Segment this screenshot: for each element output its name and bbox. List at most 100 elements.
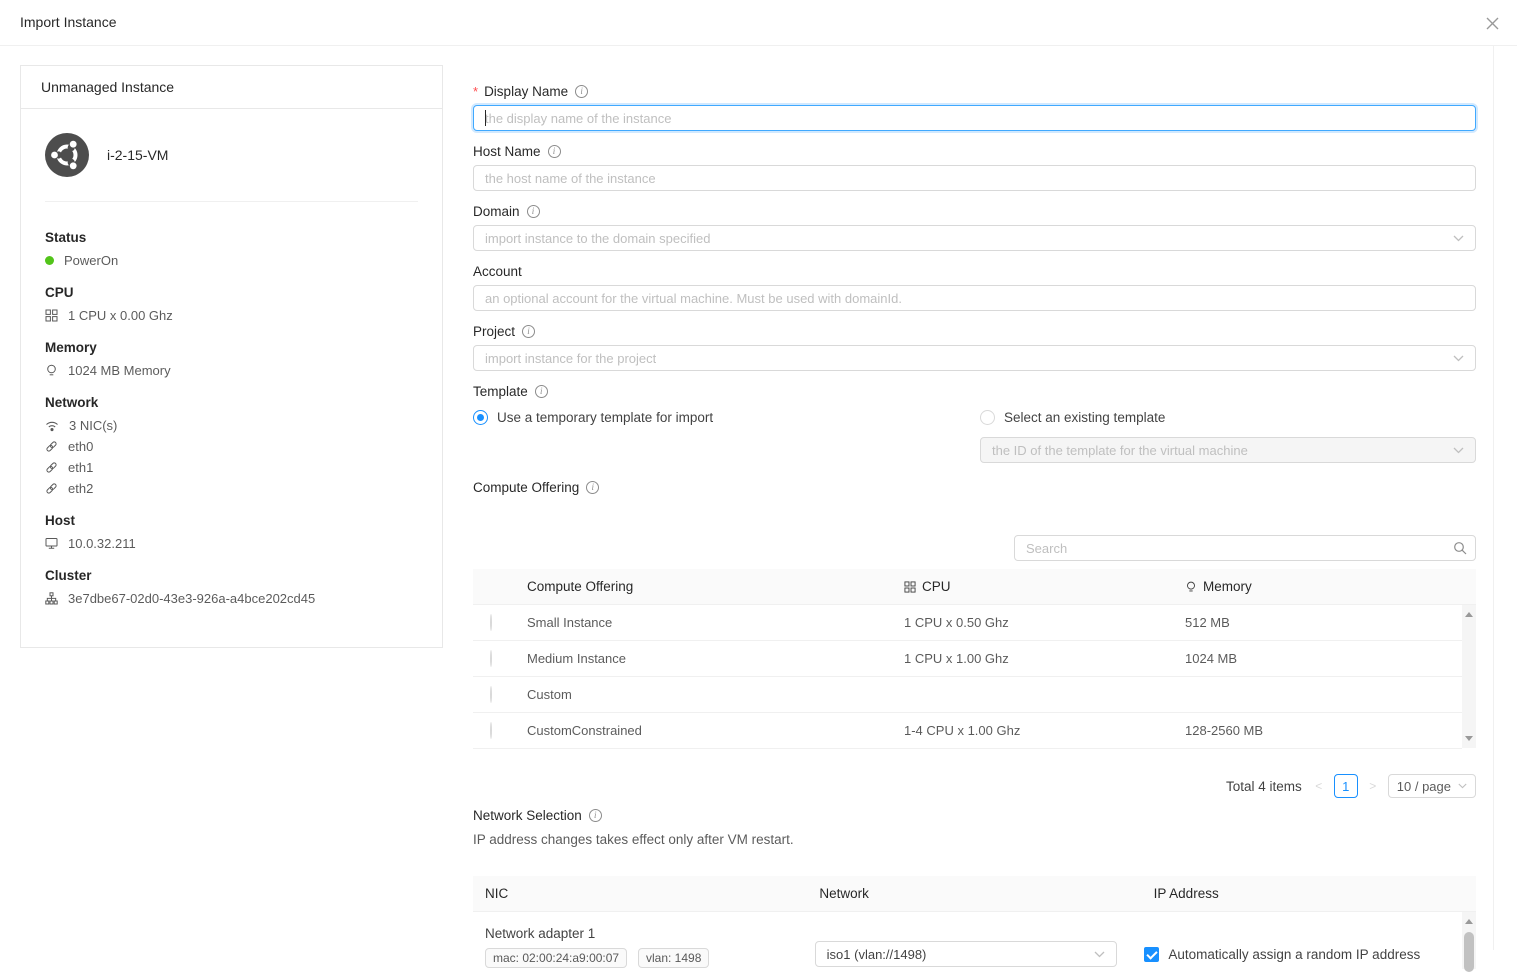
divider — [45, 201, 418, 202]
chevron-down-icon — [1453, 235, 1464, 242]
domain-field: Domain i import instance to the domain s… — [473, 204, 1476, 251]
project-label: Project — [473, 324, 515, 339]
bulb-icon — [1185, 581, 1197, 593]
auto-assign-ip-checkbox[interactable] — [1144, 947, 1159, 962]
link-icon — [45, 461, 58, 474]
interface-name: eth1 — [68, 460, 93, 475]
table-scrollbar[interactable] — [1462, 605, 1476, 748]
next-page-button[interactable]: > — [1366, 779, 1380, 793]
account-input[interactable] — [473, 285, 1476, 311]
mac-tag: mac: 02:00:24:a9:00:07 — [485, 948, 627, 968]
unmanaged-instance-card: Unmanaged Instance — [20, 65, 443, 648]
chevron-down-icon — [1458, 783, 1467, 789]
network-selection-label: Network Selection — [473, 808, 582, 823]
scroll-down-icon[interactable] — [1465, 736, 1473, 741]
radio-existing-template[interactable]: Select an existing template — [980, 407, 1476, 427]
project-field: Project i import instance for the projec… — [473, 324, 1476, 371]
header-compute-offering: Compute Offering — [527, 579, 904, 594]
info-icon: i — [535, 385, 548, 398]
chevron-down-icon — [1094, 951, 1105, 958]
radio-temporary-template[interactable]: Use a temporary template for import — [473, 407, 980, 427]
domain-label: Domain — [473, 204, 520, 219]
table-header-row: Compute Offering CPU Memory — [473, 569, 1476, 605]
close-icon[interactable] — [1483, 14, 1501, 32]
table-row-small-instance[interactable]: Small Instance 1 CPU x 0.50 Ghz 512 MB — [473, 605, 1462, 641]
compute-offering-field-label: Compute Offering i — [473, 480, 1476, 495]
scroll-up-icon[interactable] — [1465, 612, 1473, 617]
account-field: Account — [473, 264, 1476, 311]
info-icon: i — [575, 85, 588, 98]
compute-offering-label: Compute Offering — [473, 480, 579, 495]
table-row-medium-instance[interactable]: Medium Instance 1 CPU x 1.00 Ghz 1024 MB — [473, 641, 1462, 677]
status-value: PowerOn — [64, 253, 118, 268]
display-name-input[interactable] — [473, 105, 1476, 131]
network-section: Network 3 NIC(s) eth0 eth1 eth2 — [45, 395, 418, 496]
bulb-icon — [45, 364, 58, 377]
chevron-down-icon — [1453, 447, 1464, 454]
table-row-custom[interactable]: Custom — [473, 677, 1462, 713]
nic-table-scrollbar[interactable] — [1462, 912, 1476, 969]
nic-name: Network adapter 1 — [485, 926, 791, 941]
info-icon: i — [522, 325, 535, 338]
card-title: Unmanaged Instance — [21, 66, 442, 109]
link-icon — [45, 482, 58, 495]
info-icon: i — [527, 205, 540, 218]
memory-section: Memory 1024 MB Memory — [45, 340, 418, 378]
host-name-label: Host Name — [473, 144, 541, 159]
auto-assign-ip-label: Automatically assign a random IP address — [1168, 947, 1420, 962]
grid-icon — [45, 309, 58, 322]
search-input[interactable] — [1014, 535, 1476, 561]
template-label: Template — [473, 384, 528, 399]
status-label: Status — [45, 230, 418, 245]
page-size-select[interactable]: 10 / page — [1388, 774, 1476, 798]
cluster-section: Cluster 3e7dbe67-02d0-43e3-926a-a4bce202… — [45, 568, 418, 606]
interface-name: eth0 — [68, 439, 93, 454]
pagination: Total 4 items < 1 > 10 / page — [473, 774, 1476, 798]
cpu-value: 1 CPU x 0.00 Ghz — [68, 308, 173, 323]
nic-row-adapter-1: Network adapter 1 mac: 02:00:24:a9:00:07… — [473, 912, 1462, 968]
radio-icon — [980, 410, 995, 425]
search-icon[interactable] — [1453, 541, 1467, 555]
ubuntu-logo-icon — [45, 133, 89, 177]
memory-value: 1024 MB Memory — [68, 363, 171, 378]
nic-network-select[interactable]: iso1 (vlan://1498) — [815, 941, 1117, 967]
network-label: Network — [45, 395, 418, 410]
prev-page-button[interactable]: < — [1312, 779, 1326, 793]
header-nic: NIC — [473, 886, 807, 901]
text-caret — [485, 110, 486, 126]
scrollbar-edge — [1493, 46, 1494, 950]
info-icon: i — [548, 145, 561, 158]
radio-icon[interactable] — [490, 722, 492, 739]
scroll-up-icon[interactable] — [1465, 919, 1473, 924]
network-selection-field-label: Network Selection i — [473, 808, 1476, 823]
link-icon — [45, 440, 58, 453]
cluster-icon — [45, 592, 58, 605]
radio-icon[interactable] — [490, 650, 492, 667]
network-selection-note: IP address changes takes effect only aft… — [473, 832, 1476, 847]
monitor-icon — [45, 537, 58, 550]
cluster-label: Cluster — [45, 568, 418, 583]
required-asterisk: * — [473, 84, 478, 99]
scrollbar-thumb[interactable] — [1464, 932, 1474, 972]
domain-select[interactable]: import instance to the domain specified — [473, 225, 1476, 251]
status-section: Status PowerOn — [45, 230, 418, 268]
host-value: 10.0.32.211 — [68, 536, 136, 551]
radio-icon[interactable] — [490, 614, 492, 631]
chevron-down-icon — [1453, 355, 1464, 362]
radio-icon — [473, 410, 488, 425]
header-memory: Memory — [1203, 579, 1252, 594]
table-row-customconstrained[interactable]: CustomConstrained 1-4 CPU x 1.00 Ghz 128… — [473, 713, 1462, 749]
modal-title: Import Instance — [20, 14, 117, 30]
status-dot-icon — [45, 256, 54, 265]
instance-name: i-2-15-VM — [107, 147, 168, 163]
grid-icon — [904, 581, 916, 593]
template-select[interactable]: the ID of the template for the virtual m… — [980, 437, 1476, 463]
wifi-icon — [45, 420, 59, 432]
nic-table: NIC Network IP Address Network adapter 1… — [473, 876, 1476, 968]
radio-icon[interactable] — [490, 686, 492, 703]
interface-name: eth2 — [68, 481, 93, 496]
host-name-input[interactable] — [473, 165, 1476, 191]
page-1-button[interactable]: 1 — [1334, 774, 1358, 798]
import-form: * Display Name i Host Name i Domain i im… — [473, 84, 1476, 968]
project-select[interactable]: import instance for the project — [473, 345, 1476, 371]
